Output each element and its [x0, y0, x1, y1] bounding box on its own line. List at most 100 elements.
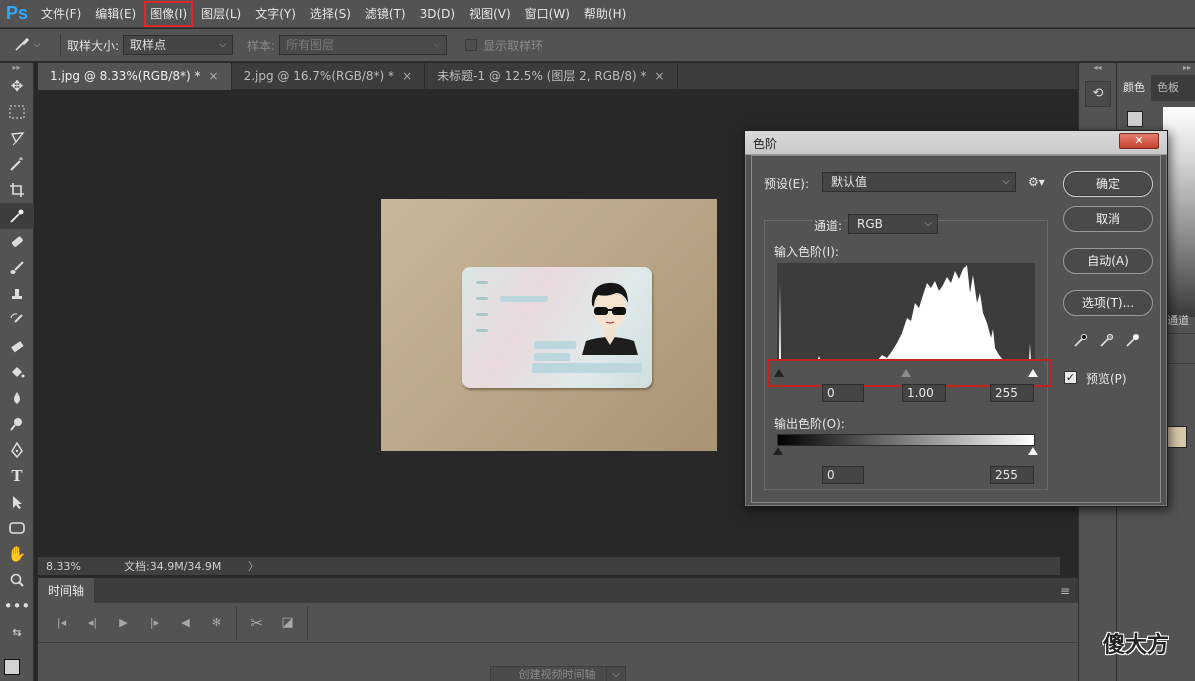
- tab-timeline[interactable]: 时间轴: [38, 578, 95, 604]
- panel-grip[interactable]: ▸▸: [0, 63, 33, 73]
- type-tool-icon[interactable]: T: [0, 463, 34, 489]
- paint-bucket-icon[interactable]: [0, 359, 34, 385]
- menu-select[interactable]: 选择(S): [303, 0, 358, 28]
- menu-edit[interactable]: 编辑(E): [88, 0, 143, 28]
- layer-thumbnail[interactable]: [1167, 426, 1187, 448]
- magic-wand-icon[interactable]: [0, 151, 34, 177]
- status-menu-arrow[interactable]: 〉: [248, 558, 259, 574]
- panel-menu-icon[interactable]: ≡: [1060, 584, 1070, 598]
- play-icon[interactable]: ▶: [108, 616, 139, 629]
- preset-options-gear-icon[interactable]: ⚙▾: [1028, 175, 1045, 189]
- panel-grip[interactable]: ▸▸: [1117, 63, 1195, 75]
- chevron-down-icon[interactable]: ⌵: [606, 666, 626, 681]
- previous-frame-icon[interactable]: ◂|: [77, 616, 108, 629]
- tools-panel: ▸▸ ✥ T ✋ ••• ⇆: [0, 63, 34, 681]
- gray-eyedropper-icon[interactable]: [1098, 332, 1116, 350]
- input-gamma-field[interactable]: 1.00: [902, 384, 946, 402]
- tab-document-1[interactable]: 1.jpg @ 8.33%(RGB/8*) * ×: [38, 63, 232, 90]
- menu-window[interactable]: 窗口(W): [518, 0, 577, 28]
- card-field-line: [476, 297, 488, 300]
- options-button[interactable]: 选项(T)...: [1063, 290, 1153, 316]
- timeline-tabbar: 时间轴 ≡: [38, 577, 1078, 604]
- tab-document-2[interactable]: 2.jpg @ 16.7%(RGB/8*) * ×: [232, 63, 426, 90]
- tab-document-3[interactable]: 未标题-1 @ 12.5% (图层 2, RGB/8) * ×: [425, 63, 678, 90]
- more-tools-icon[interactable]: •••: [0, 593, 34, 619]
- menu-view[interactable]: 视图(V): [462, 0, 518, 28]
- stamp-tool-icon[interactable]: [0, 281, 34, 307]
- preview-label: 预览(P): [1086, 372, 1127, 386]
- black-eyedropper-icon[interactable]: [1072, 332, 1090, 350]
- close-icon[interactable]: ×: [654, 69, 664, 83]
- dialog-titlebar[interactable]: 色阶 ✕: [745, 131, 1167, 155]
- menu-image[interactable]: 图像(I): [143, 0, 194, 28]
- hand-tool-icon[interactable]: ✋: [0, 541, 34, 567]
- eraser-tool-icon[interactable]: [0, 333, 34, 359]
- output-white-slider[interactable]: [1028, 447, 1038, 455]
- channel-select[interactable]: RGB ⌵: [848, 214, 938, 234]
- output-white-field[interactable]: 255: [990, 466, 1034, 484]
- eyedropper-tool-icon[interactable]: [0, 203, 34, 229]
- next-frame-icon[interactable]: |▸: [139, 616, 170, 629]
- tab-color[interactable]: 颜色: [1117, 75, 1151, 101]
- menu-3d[interactable]: 3D(D): [413, 0, 462, 28]
- rectangle-tool-icon[interactable]: [0, 515, 34, 541]
- brush-tool-icon[interactable]: [0, 255, 34, 281]
- chevron-down-icon: ⌵: [219, 40, 227, 50]
- input-black-field[interactable]: 0: [822, 384, 864, 402]
- transition-icon[interactable]: ◪: [272, 615, 303, 630]
- menu-help[interactable]: 帮助(H): [577, 0, 633, 28]
- white-eyedropper-icon[interactable]: [1124, 332, 1142, 350]
- preview-checkbox[interactable]: ✓: [1064, 371, 1077, 384]
- create-video-timeline-button[interactable]: 创建视频时间轴: [490, 666, 624, 681]
- audio-icon[interactable]: ◀: [170, 616, 201, 629]
- go-first-frame-icon[interactable]: |◂: [46, 616, 77, 629]
- input-gamma-slider[interactable]: [901, 369, 911, 377]
- preset-value: 默认值: [831, 175, 868, 189]
- dodge-tool-icon[interactable]: [0, 411, 34, 437]
- output-black-field[interactable]: 0: [822, 466, 864, 484]
- preset-select[interactable]: 默认值 ⌵: [822, 172, 1016, 192]
- marquee-tool-icon[interactable]: [0, 99, 34, 125]
- foreground-color-swatch[interactable]: [1127, 111, 1143, 127]
- pen-tool-icon[interactable]: [0, 437, 34, 463]
- cancel-button[interactable]: 取消: [1063, 206, 1153, 232]
- lasso-tool-icon[interactable]: [0, 125, 34, 151]
- sample-size-select[interactable]: 取样点 ⌵: [123, 35, 234, 55]
- path-select-icon[interactable]: [0, 489, 34, 515]
- input-black-slider[interactable]: [774, 369, 784, 377]
- history-panel-icon[interactable]: ⟲: [1085, 81, 1111, 107]
- close-icon[interactable]: ×: [209, 69, 219, 83]
- close-button[interactable]: ✕: [1119, 133, 1159, 149]
- tool-preset-picker[interactable]: ⌵: [0, 36, 54, 55]
- menu-filter[interactable]: 滤镜(T): [358, 0, 413, 28]
- menu-type[interactable]: 文字(Y): [248, 0, 303, 28]
- move-tool-icon[interactable]: ✥: [0, 73, 34, 99]
- auto-button[interactable]: 自动(A): [1063, 248, 1153, 274]
- output-gradient: [777, 434, 1035, 446]
- swap-colors-icon[interactable]: ⇆: [0, 619, 34, 645]
- close-icon[interactable]: ×: [402, 69, 412, 83]
- settings-gear-icon[interactable]: ✻: [201, 616, 232, 629]
- ok-button[interactable]: 确定: [1063, 171, 1153, 197]
- menu-layer[interactable]: 图层(L): [194, 0, 248, 28]
- output-black-slider[interactable]: [773, 447, 783, 455]
- healing-brush-icon[interactable]: [0, 229, 34, 255]
- tab-label: 2.jpg @ 16.7%(RGB/8*) *: [243, 69, 395, 83]
- show-ring-checkbox[interactable]: [465, 39, 478, 51]
- crop-tool-icon[interactable]: [0, 177, 34, 203]
- sample-select[interactable]: 所有图层 ⌵: [279, 35, 448, 55]
- zoom-level[interactable]: 8.33%: [38, 560, 98, 573]
- panel-grip[interactable]: ◂◂: [1079, 63, 1116, 73]
- tab-label: 1.jpg @ 8.33%(RGB/8*) *: [50, 69, 201, 83]
- input-white-field[interactable]: 255: [990, 384, 1034, 402]
- foreground-color-swatch[interactable]: [4, 659, 20, 675]
- card-blur-block: [532, 363, 642, 373]
- scissors-icon[interactable]: ✂: [241, 614, 272, 632]
- blur-tool-icon[interactable]: [0, 385, 34, 411]
- zoom-tool-icon[interactable]: [0, 567, 34, 593]
- tab-swatches[interactable]: 色板: [1151, 75, 1185, 101]
- history-brush-icon[interactable]: [0, 307, 34, 333]
- input-white-slider[interactable]: [1028, 369, 1038, 377]
- channels-tab-partial[interactable]: 通道: [1167, 312, 1189, 328]
- menu-file[interactable]: 文件(F): [34, 0, 88, 28]
